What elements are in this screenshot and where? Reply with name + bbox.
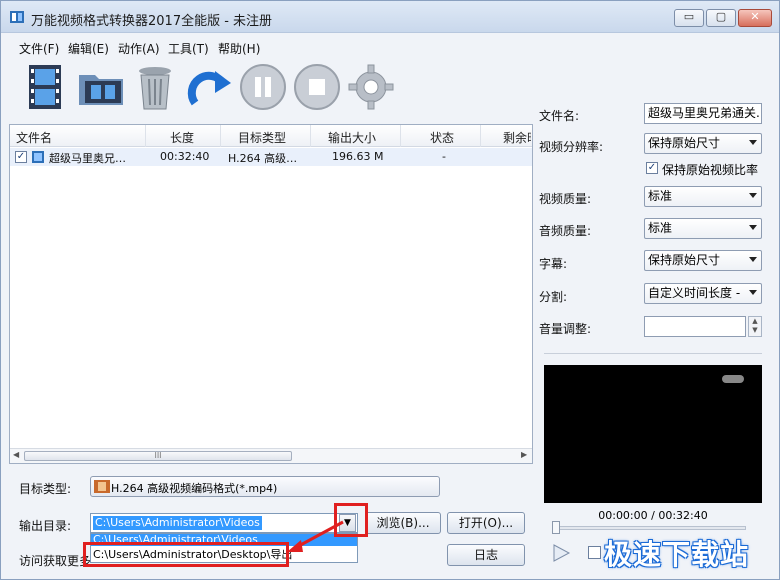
filename-label: 文件名: xyxy=(539,109,580,123)
col-target[interactable]: 目标类型 xyxy=(238,129,286,146)
volume-input[interactable] xyxy=(644,316,746,337)
volume-spinner[interactable]: ▲ ▼ xyxy=(748,316,762,337)
output-dir-value: C:\Users\Administrator\Videos xyxy=(93,516,262,530)
chevron-down-icon xyxy=(749,290,757,295)
seek-thumb[interactable] xyxy=(552,521,560,534)
target-type-button[interactable]: H.264 高级视频编码格式(*.mp4) xyxy=(90,476,440,497)
maximize-button[interactable]: ▢ xyxy=(706,9,736,27)
scroll-thumb[interactable]: III xyxy=(24,451,292,461)
horizontal-scrollbar[interactable]: ◀ III ▶ xyxy=(10,448,532,463)
keep-ratio-checkbox[interactable]: ✓ xyxy=(646,162,658,174)
scroll-left-icon[interactable]: ◀ xyxy=(13,450,19,459)
video-quality-select[interactable]: 标准 xyxy=(644,186,762,207)
trash-icon[interactable] xyxy=(129,61,181,113)
output-dir-label: 输出目录: xyxy=(19,519,72,533)
panel-divider xyxy=(544,353,762,354)
watermark-text: 极速下载站 xyxy=(604,538,750,571)
preview-checkbox[interactable] xyxy=(588,546,601,559)
col-remaining[interactable]: 剩余时 xyxy=(503,129,531,146)
menu-help[interactable]: 帮助(H) xyxy=(218,40,260,57)
time-display: 00:00:00 / 00:32:40 xyxy=(598,509,708,522)
table-row[interactable]: ✓ 超级马里奥兄… 00:32:40 H.264 高级… 196.63 M - xyxy=(10,148,532,166)
resolution-label: 视频分辨率: xyxy=(539,140,604,154)
highlight-box-option xyxy=(83,542,289,567)
film-add-icon[interactable] xyxy=(21,61,73,113)
target-type-label: 目标类型: xyxy=(19,482,72,496)
close-button[interactable]: ✕ xyxy=(738,9,772,27)
audio-quality-value: 标准 xyxy=(648,221,673,235)
row-checkbox[interactable]: ✓ xyxy=(15,151,27,163)
split-value: 自定义时间长度 - xyxy=(648,286,741,300)
row-size: 196.63 M xyxy=(332,150,384,163)
chevron-down-icon xyxy=(749,257,757,262)
browse-button[interactable]: 浏览(B)... xyxy=(365,512,441,534)
audio-quality-select[interactable]: 标准 xyxy=(644,218,762,239)
title-bar[interactable]: 万能视频格式转换器2017全能版 - 未注册 ▭ ▢ ✕ xyxy=(1,1,779,33)
play-icon[interactable] xyxy=(551,543,571,563)
col-filename[interactable]: 文件名 xyxy=(16,129,52,146)
list-header: 文件名 长度 目标类型 输出大小 状态 剩余时 xyxy=(10,125,532,147)
file-list[interactable]: 文件名 长度 目标类型 输出大小 状态 剩余时 ✓ 超级马里奥兄… 00:32:… xyxy=(9,124,533,464)
log-button[interactable]: 日志 xyxy=(447,544,525,566)
menu-bar: 文件(F) 编辑(E) 动作(A) 工具(T) 帮助(H) xyxy=(1,34,779,58)
audio-quality-label: 音频质量: xyxy=(539,224,592,238)
col-size[interactable]: 输出大小 xyxy=(328,129,376,146)
stop-icon[interactable] xyxy=(291,61,343,113)
app-logo-icon xyxy=(10,11,24,23)
video-file-icon xyxy=(32,151,44,163)
minimize-button[interactable]: ▭ xyxy=(674,9,704,27)
video-preview[interactable] xyxy=(544,365,762,503)
col-length[interactable]: 长度 xyxy=(170,129,194,146)
row-filename: 超级马里奥兄… xyxy=(49,152,126,165)
row-status: - xyxy=(442,150,446,163)
open-button[interactable]: 打开(O)... xyxy=(447,512,525,534)
menu-action[interactable]: 动作(A) xyxy=(118,40,160,57)
redo-arrow-icon[interactable] xyxy=(183,61,235,113)
preview-logo xyxy=(722,375,744,383)
app-window: 万能视频格式转换器2017全能版 - 未注册 ▭ ▢ ✕ 文件(F) 编辑(E)… xyxy=(0,0,780,580)
scroll-right-icon[interactable]: ▶ xyxy=(521,450,527,459)
subtitle-value: 保持原始尺寸 xyxy=(648,253,721,267)
row-target: H.264 高级… xyxy=(228,152,298,165)
annotation-arrow-icon xyxy=(287,520,344,552)
resolution-select[interactable]: 保持原始尺寸 xyxy=(644,133,762,154)
menu-tools[interactable]: 工具(T) xyxy=(168,40,209,57)
menu-file[interactable]: 文件(F) xyxy=(19,40,59,57)
subtitle-label: 字幕: xyxy=(539,257,568,271)
visit-more-link[interactable]: 访问获取更多 xyxy=(19,552,91,569)
video-quality-label: 视频质量: xyxy=(539,192,592,206)
window-title: 万能视频格式转换器2017全能版 - 未注册 xyxy=(31,14,273,29)
seek-slider[interactable] xyxy=(556,526,746,530)
split-label: 分割: xyxy=(539,290,568,304)
gear-icon[interactable] xyxy=(345,61,397,113)
filename-field[interactable]: 超级马里奥兄弟通关. xyxy=(644,103,762,124)
keep-ratio-label: 保持原始视频比率 xyxy=(662,163,759,177)
toolbar xyxy=(11,61,401,117)
chevron-down-icon xyxy=(749,225,757,230)
split-select[interactable]: 自定义时间长度 - xyxy=(644,283,762,304)
video-quality-value: 标准 xyxy=(648,189,673,203)
pause-icon[interactable] xyxy=(237,61,289,113)
folder-film-icon[interactable] xyxy=(75,61,127,113)
volume-label: 音量调整: xyxy=(539,322,592,336)
target-type-value: H.264 高级视频编码格式(*.mp4) xyxy=(111,482,278,495)
chevron-down-icon xyxy=(749,140,757,145)
film-format-icon xyxy=(94,480,110,493)
row-length: 00:32:40 xyxy=(160,150,210,163)
col-status[interactable]: 状态 xyxy=(430,129,454,146)
menu-edit[interactable]: 编辑(E) xyxy=(68,40,109,57)
chevron-down-icon xyxy=(749,193,757,198)
subtitle-select[interactable]: 保持原始尺寸 xyxy=(644,250,762,271)
resolution-value: 保持原始尺寸 xyxy=(648,136,721,150)
